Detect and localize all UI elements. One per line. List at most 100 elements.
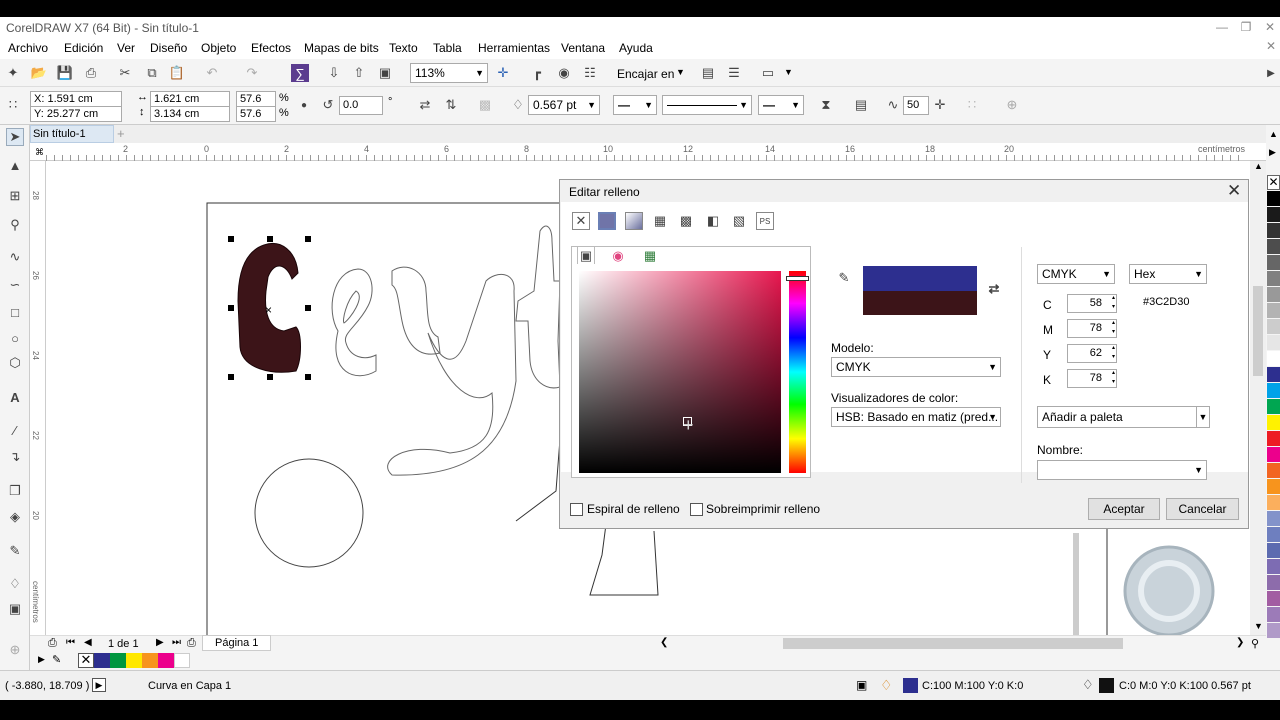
- curve-nodes-icon[interactable]: ∷: [963, 96, 981, 114]
- palette-menu-icon[interactable]: ▶: [1269, 147, 1276, 158]
- overprint-fill-checkbox[interactable]: [690, 503, 703, 516]
- palette-arrow-icon[interactable]: ▶: [38, 654, 45, 665]
- color-proof-icon[interactable]: ▣: [856, 678, 867, 692]
- texture-fill-icon[interactable]: ▧: [730, 212, 748, 230]
- color-viewer-select[interactable]: HSB: Basado en matiz (pred... ▼: [831, 407, 1001, 427]
- snap-label[interactable]: Encajar en: [617, 67, 674, 81]
- menu-edicion[interactable]: Edición: [64, 41, 103, 55]
- next-page-icon[interactable]: ▶: [156, 637, 164, 648]
- open-icon[interactable]: 📂: [30, 64, 48, 82]
- combine-icon[interactable]: ▩: [476, 96, 494, 114]
- transparency-icon[interactable]: ◈: [6, 508, 24, 526]
- print-icon[interactable]: ⎙: [82, 64, 100, 82]
- color-palettes-tab[interactable]: ▦: [641, 247, 659, 265]
- palette-swatch[interactable]: [1267, 319, 1280, 334]
- artistic-media-icon[interactable]: ∽: [6, 276, 24, 294]
- publish-pdf-icon[interactable]: ▣: [376, 64, 394, 82]
- spiral-fill-checkbox[interactable]: [570, 503, 583, 516]
- menu-efectos[interactable]: Efectos: [251, 41, 291, 55]
- fountain-fill-icon[interactable]: [625, 212, 643, 230]
- options-icon[interactable]: ☰: [725, 64, 743, 82]
- menu-archivo[interactable]: Archivo: [8, 41, 48, 55]
- palette-swatch-black[interactable]: [1267, 191, 1280, 206]
- menu-ventana[interactable]: Ventana: [561, 41, 605, 55]
- export-icon[interactable]: ⇧: [350, 64, 368, 82]
- rectangle-tool-icon[interactable]: □: [6, 303, 24, 321]
- polygon-tool-icon[interactable]: ⬡: [6, 354, 24, 372]
- page-tab[interactable]: Página 1: [202, 635, 272, 651]
- vertical-scrollbar[interactable]: ▲ ▼: [1250, 161, 1266, 635]
- palette-swatch[interactable]: [1267, 303, 1280, 318]
- toolbar-scroll-icon[interactable]: ▶: [1262, 64, 1280, 82]
- menu-ver[interactable]: Ver: [117, 41, 135, 55]
- no-fill-swatch[interactable]: ✕: [78, 653, 94, 668]
- hex-value[interactable]: #3C2D30: [1143, 296, 1189, 308]
- copy-icon[interactable]: ⧉: [143, 64, 161, 82]
- smoothing-field[interactable]: 50: [903, 96, 929, 115]
- outline-width-select[interactable]: 0.567 pt ▼: [528, 95, 600, 115]
- pick-tool-icon[interactable]: ➤: [6, 128, 24, 146]
- ellipse-tool-icon[interactable]: ○: [6, 329, 24, 347]
- palette-swatch-green[interactable]: [1267, 399, 1280, 414]
- palette-swatch[interactable]: [1267, 559, 1280, 574]
- scroll-right-icon[interactable]: ❯: [1236, 637, 1244, 648]
- navigator-zoom-icon[interactable]: ⚲: [1251, 637, 1259, 650]
- palette-swatch[interactable]: [1267, 607, 1280, 622]
- object-origin-icon[interactable]: ∷: [4, 96, 22, 114]
- color-harmonies-tab[interactable]: ◉: [609, 247, 627, 265]
- first-page-icon[interactable]: ⏮: [66, 637, 75, 648]
- connector-tool-icon[interactable]: ↴: [6, 448, 24, 466]
- end-arrow-select[interactable]: — ▼: [758, 95, 804, 115]
- vector-pattern-icon[interactable]: ▦: [651, 212, 669, 230]
- menu-herramientas[interactable]: Herramientas: [478, 41, 550, 55]
- position-y-field[interactable]: Y: 25.277 cm: [30, 106, 122, 122]
- palette-swatch-lightorange[interactable]: [1267, 479, 1280, 494]
- close-window-button[interactable]: ✕: [1262, 20, 1278, 34]
- swap-colors-icon[interactable]: ⇄: [985, 280, 1003, 298]
- new-tab-icon[interactable]: +: [117, 126, 125, 141]
- eyedropper-tool-icon[interactable]: ✎: [6, 542, 24, 560]
- hue-slider-handle[interactable]: [786, 276, 809, 281]
- add-to-palette-button[interactable]: Añadir a paleta: [1037, 406, 1197, 428]
- m-spinner[interactable]: 78: [1067, 319, 1117, 338]
- swatch-blue[interactable]: [94, 653, 110, 668]
- welcome-screen-icon[interactable]: ▤: [699, 64, 717, 82]
- menu-ayuda[interactable]: Ayuda: [619, 41, 653, 55]
- full-screen-icon[interactable]: ✛: [494, 64, 512, 82]
- palette-swatch[interactable]: [1267, 575, 1280, 590]
- document-tab[interactable]: Sin título-1: [30, 125, 114, 143]
- c-spinner[interactable]: 58: [1067, 294, 1117, 313]
- launcher-dropdown-icon[interactable]: ▼: [784, 67, 793, 77]
- palette-swatch-yellow[interactable]: [1267, 415, 1280, 430]
- dialog-close-icon[interactable]: ✕: [1227, 181, 1241, 201]
- scale-x-field[interactable]: 57.6: [236, 91, 276, 107]
- menu-mapas-de-bits[interactable]: Mapas de bits: [304, 41, 379, 55]
- snap-dropdown-icon[interactable]: ▼: [676, 67, 685, 77]
- close-doc-icon[interactable]: ✕: [1266, 39, 1276, 53]
- add-tool-icon[interactable]: ⊕: [6, 641, 24, 659]
- redo-icon[interactable]: ↷: [243, 64, 261, 82]
- palette-swatch[interactable]: [1267, 287, 1280, 302]
- show-rulers-icon[interactable]: ┏: [528, 64, 546, 82]
- menu-texto[interactable]: Texto: [389, 41, 418, 55]
- format-select[interactable]: Hex ▼: [1129, 264, 1207, 284]
- view-icon[interactable]: ◉: [555, 64, 573, 82]
- freehand-tool-icon[interactable]: ∿: [6, 248, 24, 266]
- drop-shadow-icon[interactable]: ❐: [6, 482, 24, 500]
- add-icon[interactable]: ⊕: [1003, 96, 1021, 114]
- interactive-fill-icon[interactable]: ♢: [6, 575, 24, 593]
- import-icon[interactable]: ⇩: [325, 64, 343, 82]
- scroll-down-icon[interactable]: ▼: [1254, 621, 1263, 631]
- palette-swatch[interactable]: [1267, 351, 1280, 366]
- model-select[interactable]: CMYK ▼: [831, 357, 1001, 377]
- prev-page-icon[interactable]: ◀: [84, 637, 92, 648]
- add-page-after-icon[interactable]: ⎙: [187, 637, 196, 650]
- palette-swatch-periwinkle[interactable]: [1267, 527, 1280, 542]
- lock-ratio-icon[interactable]: ●: [295, 96, 313, 114]
- swatch-yellow[interactable]: [126, 653, 142, 668]
- palette-swatch[interactable]: [1267, 623, 1280, 638]
- undo-icon[interactable]: ↶: [203, 64, 221, 82]
- palette-swatch[interactable]: [1267, 255, 1280, 270]
- cut-icon[interactable]: ✂: [116, 64, 134, 82]
- status-arrow-icon[interactable]: ▶: [92, 678, 106, 692]
